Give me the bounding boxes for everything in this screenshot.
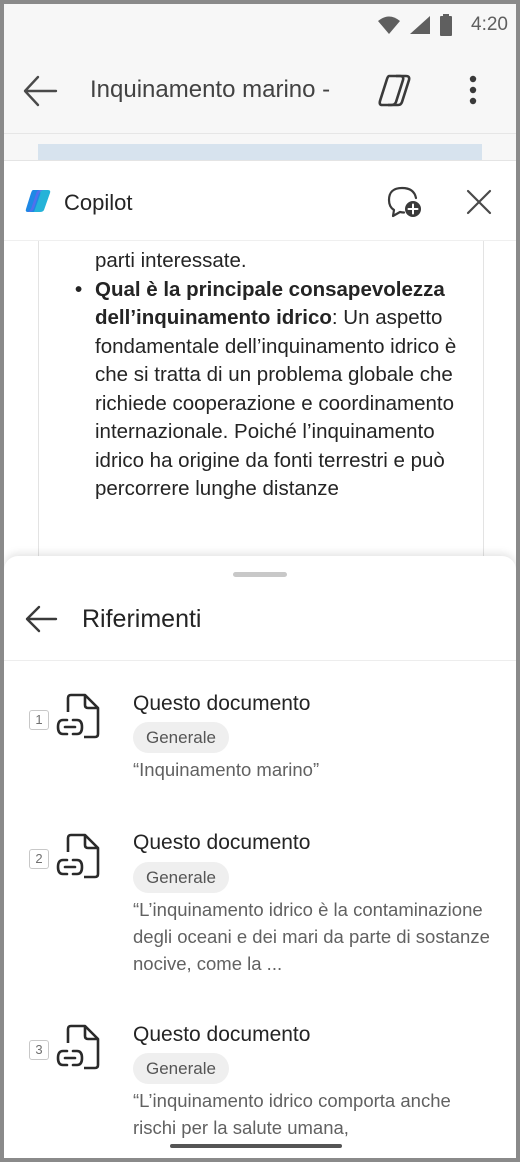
chat-bullet-text: : Un aspetto fondamentale dell’inquiname… — [95, 306, 457, 500]
sensitivity-label-badge: Generale — [133, 722, 229, 753]
reference-quote: “L’inquinamento idrico comporta anche ri… — [133, 1090, 451, 1138]
status-time: 4:20 — [471, 14, 508, 35]
reference-number: 3 — [29, 1040, 49, 1060]
copilot-logo-icon — [25, 190, 51, 212]
reference-title: Questo documento — [133, 1023, 311, 1046]
document-title: Inquinamento marino - — [90, 76, 331, 103]
reference-title: Questo documento — [133, 831, 311, 854]
reference-quote: “L’inquinamento idrico è la contaminazio… — [133, 899, 490, 974]
battery-icon — [440, 14, 453, 36]
close-icon[interactable] — [464, 187, 494, 217]
wifi-icon — [378, 16, 401, 34]
chat-bullet-item: Qual è la principale consapevolezza dell… — [39, 276, 477, 504]
new-chat-icon[interactable] — [386, 185, 422, 219]
back-arrow-icon[interactable] — [22, 74, 58, 108]
reference-quote: “Inquinamento marino” — [133, 759, 320, 780]
status-bar: 4:20 — [4, 4, 516, 48]
app-bar: Inquinamento marino - — [4, 48, 516, 134]
chat-bullet-list: Qual è la principale consapevolezza dell… — [39, 276, 477, 504]
linked-document-icon — [56, 833, 100, 879]
reference-title: Questo documento — [133, 692, 311, 715]
cellular-signal-icon — [410, 16, 431, 34]
copilot-title: Copilot — [64, 190, 133, 215]
drag-handle[interactable] — [233, 572, 287, 577]
linked-document-icon — [56, 693, 100, 739]
copilot-header: Copilot — [4, 161, 516, 241]
copilot-panel: parti interessate. Qual è la principale … — [4, 160, 516, 571]
chat-previous-line: parti interessate. — [95, 249, 247, 272]
reference-number: 1 — [29, 710, 49, 730]
references-title: Riferimenti — [82, 605, 202, 633]
document-canvas — [4, 134, 516, 160]
phone-screen: 4:20 Inquinamento marino - parti interes… — [4, 4, 516, 1158]
sensitivity-label-badge: Generale — [133, 1053, 229, 1084]
back-arrow-icon[interactable] — [24, 604, 58, 634]
copilot-chat-area[interactable]: parti interessate. Qual è la principale … — [38, 201, 484, 571]
more-options-icon[interactable] — [460, 70, 486, 110]
home-indicator[interactable] — [170, 1144, 342, 1148]
references-sheet: Riferimenti 1 Questo documento Generale … — [4, 556, 516, 1158]
document-highlight — [38, 144, 482, 160]
divider — [4, 660, 516, 661]
linked-document-icon — [56, 1024, 100, 1070]
copilot-icon[interactable] — [374, 70, 414, 110]
reference-number: 2 — [29, 849, 49, 869]
sensitivity-label-badge: Generale — [133, 862, 229, 893]
